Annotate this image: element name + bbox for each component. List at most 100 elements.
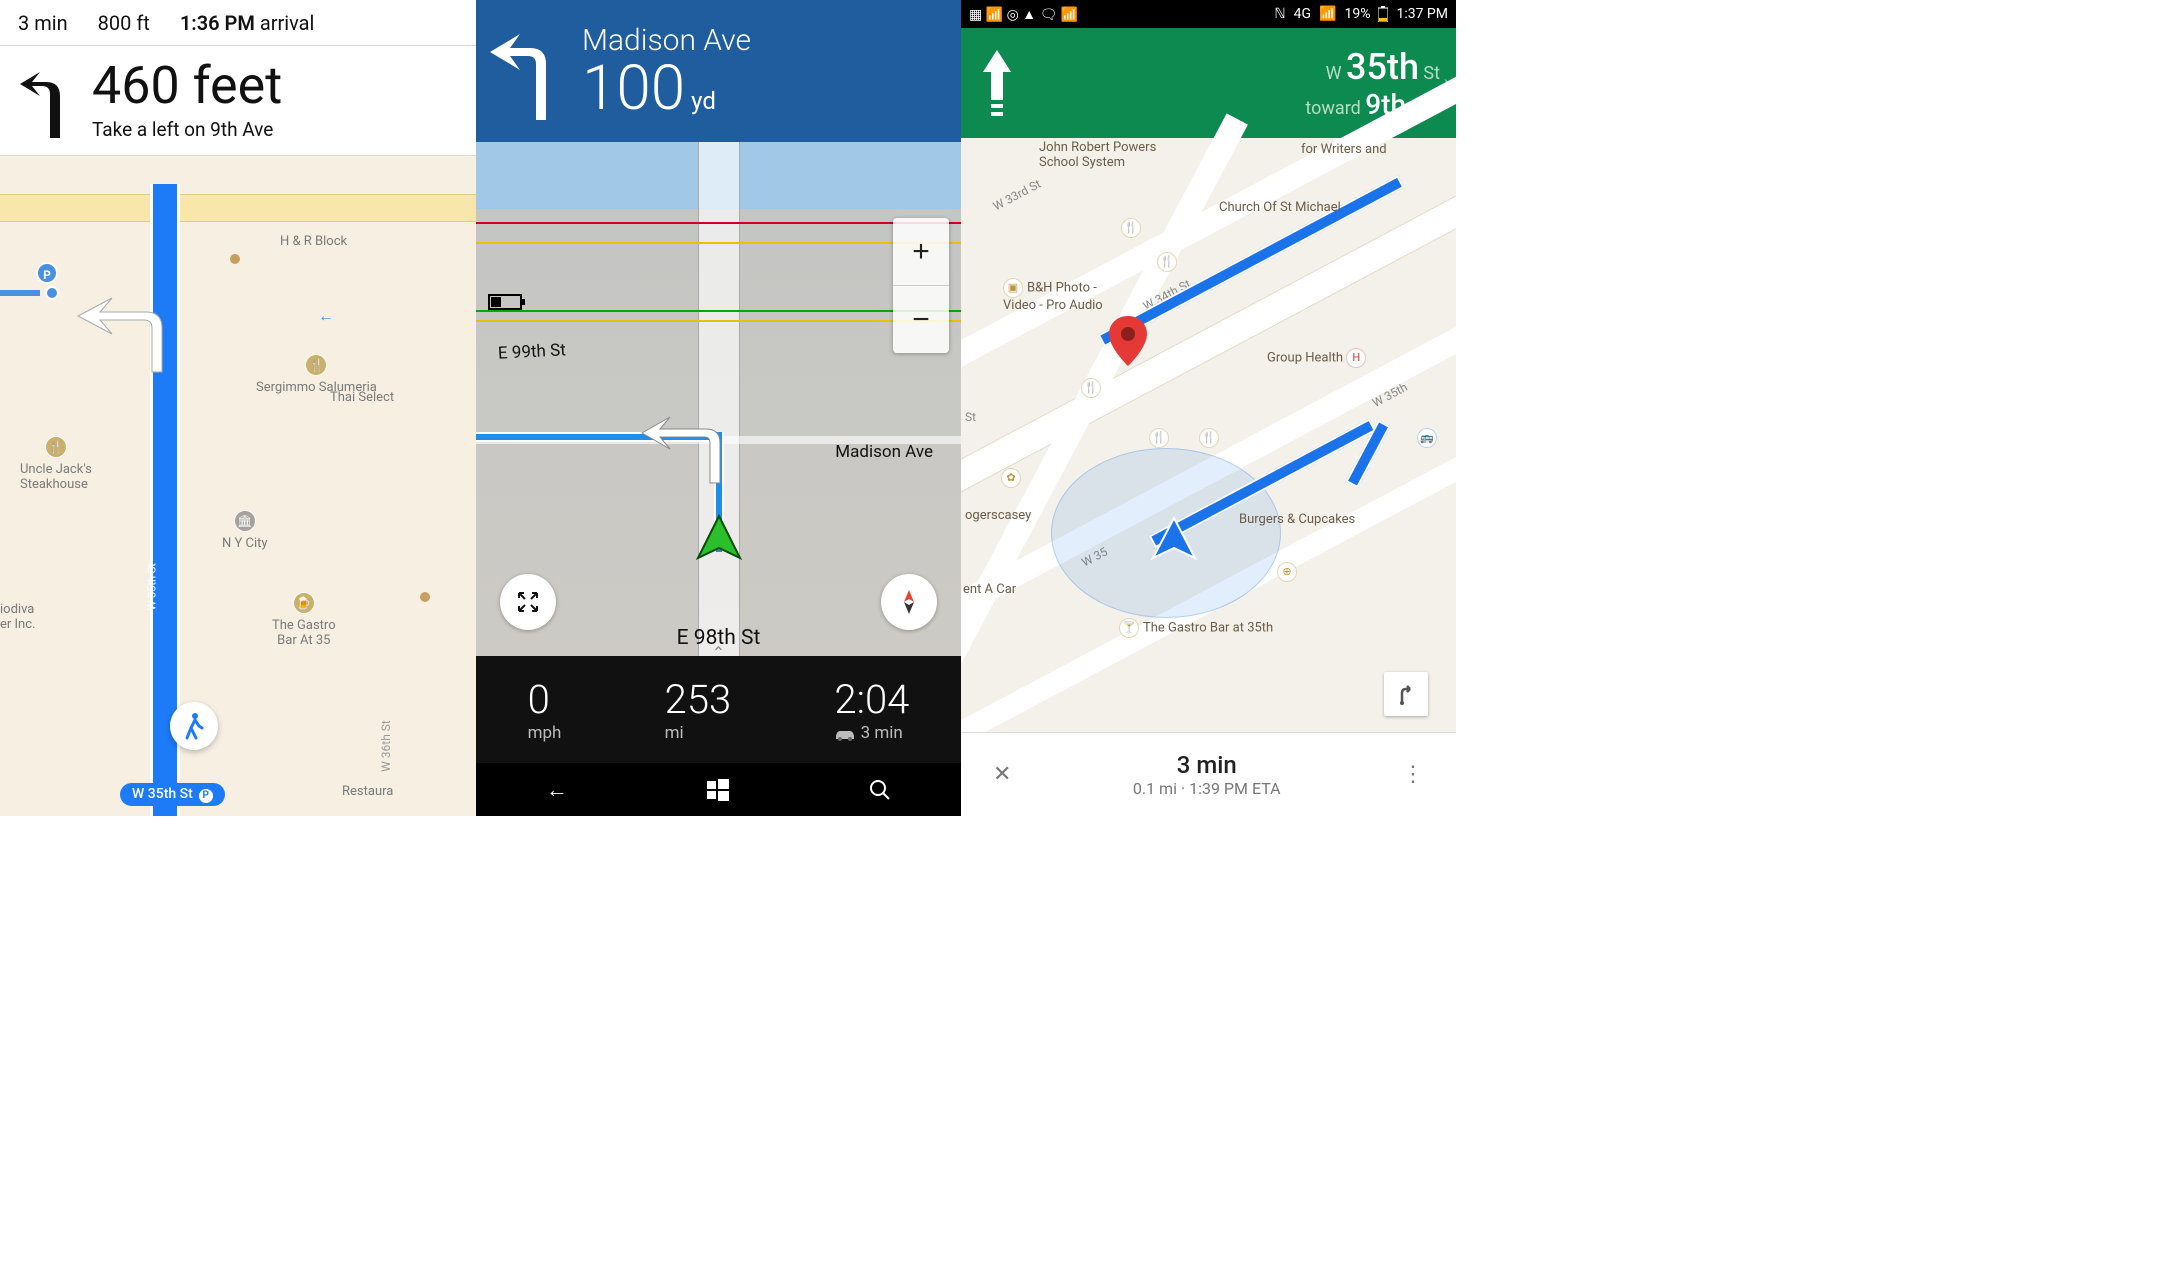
destination-pin-icon xyxy=(1109,316,1147,368)
map-canvas[interactable]: W 35th St W 36th St H & R Block 🍴Sergimm… xyxy=(0,184,476,816)
restaurant-icon: 🍴 xyxy=(305,354,327,376)
android-status-bar: ▦ 📶 ◎ ▲ 🗨 📶 ℕ 4G 📶 19% 1:37 PM xyxy=(961,0,1456,28)
poi-group: Group Health H xyxy=(1267,348,1370,368)
route-preview-button[interactable] xyxy=(1384,672,1428,716)
eta-time: 3 min xyxy=(18,11,68,35)
turn-left-icon xyxy=(18,60,74,140)
traffic-line-yellow xyxy=(476,320,961,322)
vehicle-cursor-icon xyxy=(692,512,746,566)
poi-jacks: 🍴Uncle Jack's Steakhouse xyxy=(20,436,92,492)
poi-rogers: ogerscasey xyxy=(965,508,1031,523)
shop-icon: ✿ xyxy=(1001,468,1025,488)
poi-powers: John Robert Powers School System xyxy=(1039,140,1156,170)
restaurant-icon: 🍴 xyxy=(1199,428,1223,448)
road-vertical xyxy=(698,142,740,656)
clock: 1:37 PM xyxy=(1396,6,1448,22)
traffic-line-red xyxy=(476,222,961,224)
direction-banner[interactable]: Madison Ave 100yd xyxy=(476,0,961,142)
poi-hr-block: H & R Block xyxy=(280,234,347,249)
trip-stats-bar[interactable]: ⌃ 0mph 253mi 2:04 3 min xyxy=(476,656,961,763)
nfc-icon: ℕ xyxy=(1274,6,1285,22)
zoom-control: + − xyxy=(893,218,949,353)
restaurant-icon: 🍴 xyxy=(1149,428,1173,448)
poi-nycity: 🏛N Y City xyxy=(222,510,268,551)
traffic-line-green xyxy=(476,310,961,312)
cross-street-highlight xyxy=(0,184,476,224)
map-canvas[interactable]: E 99th St Madison Ave E 98th St + − xyxy=(476,142,961,656)
restaurant-icon: 🍴 xyxy=(1157,252,1181,272)
next-street: 35th xyxy=(1346,46,1419,88)
distance-value: 100 xyxy=(582,52,685,125)
poi-godiva: iodiva er Inc. xyxy=(0,602,35,632)
zoom-out-button[interactable]: − xyxy=(893,286,949,353)
back-button[interactable]: ← xyxy=(546,777,568,803)
chevron-up-icon: ⌃ xyxy=(712,643,725,662)
route-alt-icon xyxy=(1395,683,1417,705)
traffic-line-yellow xyxy=(476,242,961,244)
turn-left-icon xyxy=(482,16,582,126)
traffic-direction-icon: ← xyxy=(318,306,334,326)
eta-sub: 0.1 mi · 1:39 PM ETA xyxy=(1029,779,1384,798)
restaurant-icon: 🍴 xyxy=(1121,218,1145,238)
status-left-icons: ▦ 📶 ◎ ▲ 🗨 📶 xyxy=(969,6,1078,23)
system-nav-bar: ← xyxy=(476,763,961,816)
shop-icon: ▣ xyxy=(1003,278,1023,298)
poi-bh: ▣B&H Photo - Video - Pro Audio xyxy=(1003,278,1103,313)
parking-badge-icon: P xyxy=(199,789,213,803)
poi-rent: ent A Car xyxy=(963,582,1016,597)
poi-restaurant: Restaura xyxy=(342,784,393,799)
traffic-dot-icon xyxy=(420,592,430,602)
close-button[interactable]: ✕ xyxy=(975,762,1029,787)
poi-gastro: 🍸The Gastro Bar at 35th xyxy=(1119,618,1273,638)
signal-icon: 📶 xyxy=(1319,6,1336,22)
apple-maps-panel: 3 min 800 ft 1:36 PM arrival 460 feet Ta… xyxy=(0,0,476,816)
parking-icon: P xyxy=(36,262,58,284)
battery-icon xyxy=(1378,6,1388,22)
eta-time: 3 min xyxy=(1029,751,1384,779)
street-label-e99: E 99th St xyxy=(498,340,567,364)
distance-unit: yd xyxy=(691,87,716,115)
windows-start-button[interactable] xyxy=(707,779,729,801)
you-heading-icon xyxy=(0,286,64,300)
search-button[interactable] xyxy=(869,779,891,801)
distance-stat: 253mi xyxy=(665,676,732,743)
google-maps-panel: ▦ 📶 ◎ ▲ 🗨 📶 ℕ 4G 📶 19% 1:37 PM W 35th St… xyxy=(961,0,1456,816)
traffic-dot-icon xyxy=(230,254,240,264)
current-street-tag: W 35th StP xyxy=(120,783,225,806)
road-label-st: St xyxy=(965,410,976,424)
battery-percent: 19% xyxy=(1344,6,1370,22)
road-label-33: W 33rd St xyxy=(991,177,1043,214)
street-label-madison: Madison Ave xyxy=(835,442,933,462)
poi-sergimmo: 🍴Sergimmo Salumeria xyxy=(256,354,377,395)
arrival-suffix: arrival xyxy=(260,11,315,35)
eta-stat: 2:04 3 min xyxy=(834,676,909,743)
poi-writers: for Writers and xyxy=(1301,142,1387,157)
options-button[interactable]: ⋮ xyxy=(1384,762,1442,787)
overview-button[interactable] xyxy=(500,574,556,630)
battery-icon xyxy=(488,292,528,312)
bar-icon: 🍸 xyxy=(1119,618,1139,638)
trip-footer: ✕ 3 min 0.1 mi · 1:39 PM ETA ⋮ xyxy=(961,732,1456,816)
instruction-distance: 460 feet xyxy=(92,60,282,112)
poi-stmichael: Church Of St Michael xyxy=(1219,200,1341,215)
pedestrian-icon xyxy=(182,712,206,740)
restaurant-icon: 🍴 xyxy=(45,436,67,458)
poi-burgers: Burgers & Cupcakes xyxy=(1239,512,1355,527)
map-canvas[interactable]: W 33rd St W 34th St W 35th W 35 St John … xyxy=(961,138,1456,732)
bar-icon: 🍺 xyxy=(293,592,315,614)
direction-banner[interactable]: 460 feet Take a left on 9th Ave xyxy=(0,46,476,156)
transit-icon: 🚌 xyxy=(1417,428,1441,448)
zoom-in-button[interactable]: + xyxy=(893,218,949,286)
route-turn-arrow-icon xyxy=(636,407,736,487)
street-label-35: W 35th St xyxy=(146,563,159,610)
here-maps-panel: Madison Ave 100yd E 99th St Madison Ave … xyxy=(476,0,961,816)
summary-bar: 3 min 800 ft 1:36 PM arrival xyxy=(0,0,476,46)
compass-icon xyxy=(895,588,923,616)
vehicle-cursor-icon xyxy=(1149,514,1199,564)
car-icon xyxy=(834,727,856,741)
walk-mode-button[interactable] xyxy=(170,702,218,750)
compass-button[interactable] xyxy=(881,574,937,630)
eta-distance: 800 ft xyxy=(98,11,150,35)
trip-summary[interactable]: 3 min 0.1 mi · 1:39 PM ETA xyxy=(1029,751,1384,798)
poi-gastro: 🍺The Gastro Bar At 35 xyxy=(272,592,336,648)
